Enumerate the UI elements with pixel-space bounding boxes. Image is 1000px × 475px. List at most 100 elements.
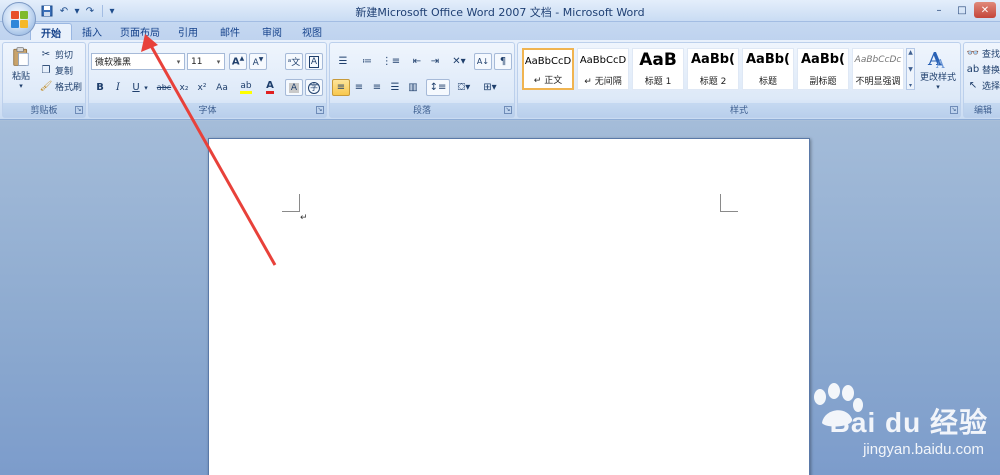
distributed-button[interactable]: ▥ xyxy=(404,79,422,96)
numbering-button[interactable]: ≔ xyxy=(356,53,378,70)
borders-icon: ⊞▾ xyxy=(483,82,497,93)
style-sample: AaBb( xyxy=(801,52,845,67)
superscript-button[interactable]: x² xyxy=(193,79,211,96)
scroll-down-icon[interactable]: ▼ xyxy=(908,66,913,73)
copy-label: 复制 xyxy=(55,66,74,77)
sort-icon: A↓ xyxy=(476,57,490,66)
style-sample: AaBbCcDc xyxy=(854,55,902,65)
margin-corner-top-right xyxy=(720,194,738,212)
format-painter-button[interactable]: 🖌 格式刷 xyxy=(39,79,82,93)
align-center-button[interactable]: ≡ xyxy=(350,79,368,96)
align-left-button[interactable]: ≡ xyxy=(332,79,350,96)
italic-button[interactable]: I xyxy=(109,79,127,96)
tab-home[interactable]: 开始 xyxy=(30,23,72,40)
copy-icon: ❐ xyxy=(41,64,51,76)
change-case-button[interactable]: Aa xyxy=(211,79,233,96)
decrease-indent-button[interactable]: ⇤ xyxy=(408,53,426,70)
ribbon-tab-bar: 开始 插入 页面布局 引用 邮件 审阅 视图 xyxy=(0,22,1000,40)
style-heading-2[interactable]: AaBb( 标题 2 xyxy=(687,48,739,90)
tab-insert[interactable]: 插入 xyxy=(74,23,110,40)
find-label: 查找 xyxy=(982,49,1000,60)
paragraph-launcher-icon[interactable]: ↘ xyxy=(504,106,512,114)
multilevel-list-icon: ⋮≡ xyxy=(381,56,401,67)
office-button[interactable] xyxy=(2,2,36,36)
maximize-button[interactable]: □ xyxy=(951,2,973,18)
enclose-characters-icon: 字 xyxy=(308,81,320,94)
shrink-font-button[interactable]: A▼ xyxy=(249,53,267,70)
minimize-button[interactable]: – xyxy=(928,2,950,18)
tab-view[interactable]: 视图 xyxy=(294,23,330,40)
style-normal[interactable]: AaBbCcD ↵ 正文 xyxy=(522,48,574,90)
grow-font-button[interactable]: A▲ xyxy=(229,53,247,70)
enclose-characters-button[interactable]: 字 xyxy=(305,79,323,96)
ribbon: 粘贴 ▾ ✂ 剪切 ❐ 复制 🖌 格式刷 剪贴板 ↘ 微软雅黑 ▾ 11 ▾ A… xyxy=(0,40,1000,120)
font-group-label: 字体 xyxy=(89,103,326,117)
tab-page-layout[interactable]: 页面布局 xyxy=(114,23,166,40)
distributed-icon: ▥ xyxy=(408,82,418,93)
style-no-spacing[interactable]: AaBbCcD ↵ 无间隔 xyxy=(577,48,629,90)
cut-button[interactable]: ✂ 剪切 xyxy=(39,47,73,61)
align-right-button[interactable]: ≡ xyxy=(368,79,386,96)
tab-mailings[interactable]: 邮件 xyxy=(212,23,248,40)
style-title[interactable]: AaBb( 标题 xyxy=(742,48,794,90)
font-name-dropdown-icon[interactable]: ▾ xyxy=(174,54,183,69)
line-spacing-button[interactable]: ↕≡ xyxy=(426,79,450,96)
baidu-jingyan-watermark: Bai du 经验 jingyan.baidu.com xyxy=(748,383,988,458)
borders-button[interactable]: ⊞▾ xyxy=(478,79,502,96)
font-size-box[interactable]: 11 ▾ xyxy=(187,53,225,70)
replace-button[interactable]: ab 替换 xyxy=(966,62,1000,76)
select-button[interactable]: ↖ 选择 xyxy=(966,78,1000,92)
bullets-button[interactable]: ☰ xyxy=(332,53,354,70)
highlight-button[interactable]: ab xyxy=(235,79,257,96)
styles-launcher-icon[interactable]: ↘ xyxy=(950,106,958,114)
style-sample: AaBb( xyxy=(691,52,735,67)
paste-button[interactable]: 粘贴 ▾ xyxy=(7,46,35,90)
chinese-layout-button[interactable]: ✕▾ xyxy=(448,53,470,70)
font-name-box[interactable]: 微软雅黑 ▾ xyxy=(91,53,185,70)
copy-button[interactable]: ❐ 复制 xyxy=(39,63,74,77)
numbering-icon: ≔ xyxy=(362,56,372,67)
expand-gallery-icon[interactable]: ▾ xyxy=(909,82,912,89)
style-subtitle[interactable]: AaBb( 副标题 xyxy=(797,48,849,90)
close-button[interactable]: ✕ xyxy=(974,2,996,18)
justify-button[interactable]: ☰ xyxy=(386,79,404,96)
show-marks-button[interactable]: ¶ xyxy=(494,53,512,70)
paragraph-mark-icon: ¶ xyxy=(499,56,507,67)
styles-scrollbar[interactable]: ▲ ▼ ▾ xyxy=(906,48,915,90)
character-shading-button[interactable]: A xyxy=(285,79,303,96)
style-subtle-emphasis[interactable]: AaBbCcDc 不明显强调 xyxy=(852,48,904,90)
shading-button[interactable]: ⛋▾ xyxy=(452,79,476,96)
style-name: 副标题 xyxy=(809,77,837,87)
style-heading-1[interactable]: AaB 标题 1 xyxy=(632,48,684,90)
paragraph-mark: ↵ xyxy=(300,213,308,223)
style-sample: AaB xyxy=(639,50,677,70)
sort-button[interactable]: A↓ xyxy=(474,53,492,70)
font-size-dropdown-icon[interactable]: ▾ xyxy=(214,54,223,69)
find-button[interactable]: 👓 查找 xyxy=(966,46,1000,60)
format-painter-label: 格式刷 xyxy=(55,82,83,93)
align-left-icon: ≡ xyxy=(336,82,346,93)
tab-review[interactable]: 审阅 xyxy=(254,23,290,40)
multilevel-list-button[interactable]: ⋮≡ xyxy=(380,53,402,70)
change-styles-button[interactable]: A A 更改样式 ▾ xyxy=(918,46,958,91)
document-workspace: ↵ Bai du 经验 jingyan.baidu.com xyxy=(0,121,1000,475)
character-border-button[interactable]: A xyxy=(305,53,323,70)
subscript-button[interactable]: x₂ xyxy=(175,79,193,96)
increase-indent-icon: ⇥ xyxy=(430,56,440,67)
underline-dropdown-icon[interactable]: ▾ xyxy=(141,79,151,96)
phonetic-guide-button[interactable]: ᵃ文 xyxy=(285,53,303,70)
increase-indent-button[interactable]: ⇥ xyxy=(426,53,444,70)
strikethrough-button[interactable]: abc xyxy=(153,79,175,96)
font-color-button[interactable]: A xyxy=(259,79,281,96)
clipboard-launcher-icon[interactable]: ↘ xyxy=(75,106,83,114)
tab-references[interactable]: 引用 xyxy=(170,23,206,40)
document-page[interactable]: ↵ xyxy=(208,138,810,475)
scroll-up-icon[interactable]: ▲ xyxy=(908,49,913,56)
phonetic-guide-icon: ᵃ文 xyxy=(287,58,301,68)
bullets-icon: ☰ xyxy=(338,56,348,67)
font-launcher-icon[interactable]: ↘ xyxy=(316,106,324,114)
paste-label: 粘贴 xyxy=(11,72,30,82)
bold-button[interactable]: B xyxy=(91,79,109,96)
align-right-icon: ≡ xyxy=(372,82,382,93)
decrease-indent-icon: ⇤ xyxy=(412,56,422,67)
